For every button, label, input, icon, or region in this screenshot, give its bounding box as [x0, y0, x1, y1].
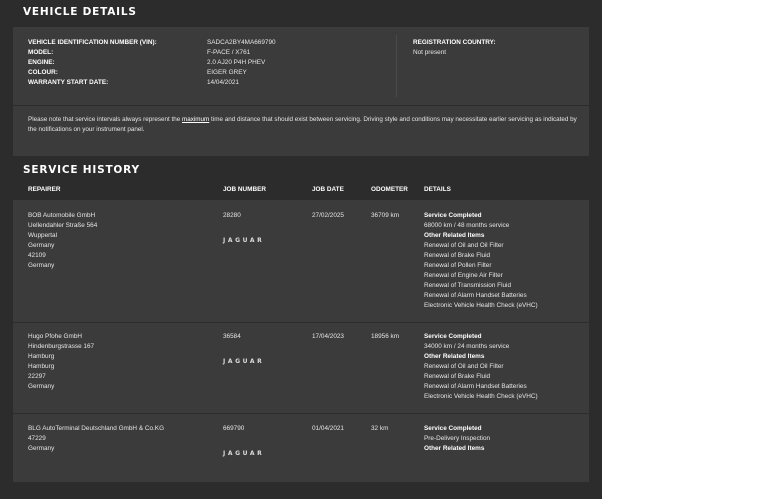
repairer-country: Germany [28, 262, 55, 269]
repairer-city: Wuppertal [28, 232, 58, 239]
service-completed-heading: Service Completed [424, 425, 482, 432]
related-item: Renewal of Brake Fluid [424, 373, 491, 380]
warranty-value: 14/04/2021 [207, 79, 239, 86]
service-type: Pre-Delivery Inspection [424, 435, 491, 442]
job-number: 36584 [223, 333, 241, 340]
colour-value: EIGER GREY [207, 69, 247, 76]
repairer-postcode: 47229 [28, 435, 46, 442]
repairer-country: Germany [28, 445, 55, 452]
job-number: 669790 [223, 425, 245, 432]
service-details: Service Completed Pre-Delivery Inspectio… [424, 424, 490, 454]
repairer-address: BLG AutoTerminal Deutschland GmbH & Co.K… [28, 424, 164, 454]
vehicle-details-title: VEHICLE DETAILS [23, 6, 137, 18]
vin-value: SADCA2BY4MA669790 [207, 39, 276, 46]
repairer-postcode: 22297 [28, 373, 46, 380]
repairer-address: Hugo Pfohe GmbH Hindenburgstrasse 167 Ha… [28, 332, 94, 392]
service-type: 34000 km / 24 months service [424, 343, 510, 350]
details-header: DETAILS [424, 186, 451, 193]
repairer-name: Hugo Pfohe GmbH [28, 333, 82, 340]
service-completed-heading: Service Completed [424, 212, 482, 219]
other-items-heading: Other Related Items [424, 232, 485, 239]
job-date: 17/04/2023 [312, 333, 344, 340]
note-text-start: Please note that service intervals alway… [28, 116, 183, 123]
job-number-header: JOB NUMBER [223, 186, 266, 193]
service-row: BLG AutoTerminal Deutschland GmbH & Co.K… [13, 414, 589, 482]
related-item: Renewal of Alarm Handset Batteries [424, 383, 527, 390]
jaguar-logo: JAGUAR [223, 237, 265, 244]
odometer: 32 km [371, 425, 389, 432]
repairer-header: REPAIRER [28, 186, 61, 193]
service-note-panel: Please note that service intervals alway… [13, 106, 589, 156]
repairer-name: BOB Automobile GmbH [28, 212, 96, 219]
service-type: 68000 km / 48 months service [424, 222, 510, 229]
job-number: 28280 [223, 212, 241, 219]
registration-value: Not present [413, 49, 447, 56]
job-date: 01/04/2021 [312, 425, 344, 432]
repairer-region: Hamburg [28, 363, 55, 370]
related-item: Renewal of Transmission Fluid [424, 282, 512, 289]
related-item: Electronic Vehicle Health Check (eVHC) [424, 302, 538, 309]
other-items-heading: Other Related Items [424, 445, 485, 452]
repairer-country: Germany [28, 242, 55, 249]
registration-label: REGISTRATION COUNTRY: [413, 39, 496, 46]
related-item: Electronic Vehicle Health Check (eVHC) [424, 393, 538, 400]
model-value: F-PACE / X761 [207, 49, 251, 56]
vehicle-details-panel: VEHICLE IDENTIFICATION NUMBER (VIN): SAD… [13, 27, 589, 105]
repairer-name: BLG AutoTerminal Deutschland GmbH & Co.K… [28, 425, 165, 432]
service-completed-heading: Service Completed [424, 333, 482, 340]
service-details: Service Completed 68000 km / 48 months s… [424, 211, 538, 311]
repairer-city: Hamburg [28, 353, 55, 360]
engine-label: ENGINE: [28, 59, 55, 66]
engine-value: 2.0 AJ20 P4H PHEV [207, 59, 266, 66]
service-interval-note: Please note that service intervals alway… [28, 115, 578, 135]
odometer-header: ODOMETER [371, 186, 408, 193]
jaguar-logo: JAGUAR [223, 358, 265, 365]
related-item: Renewal of Alarm Handset Batteries [424, 292, 527, 299]
repairer-address: BOB Automobile GmbH Uellendahler Straße … [28, 211, 97, 271]
related-item: Renewal of Engine Air Filter [424, 272, 503, 279]
related-item: Renewal of Pollen Filter [424, 262, 492, 269]
service-row: Hugo Pfohe GmbH Hindenburgstrasse 167 Ha… [13, 323, 589, 413]
odometer: 18956 km [371, 333, 400, 340]
job-date-header: JOB DATE [312, 186, 344, 193]
colour-label: COLOUR: [28, 69, 58, 76]
service-record-page: VEHICLE DETAILS VEHICLE IDENTIFICATION N… [0, 0, 602, 499]
jaguar-logo: JAGUAR [223, 450, 265, 457]
other-items-heading: Other Related Items [424, 353, 485, 360]
related-item: Renewal of Oil and Oil Filter [424, 363, 504, 370]
service-details: Service Completed 34000 km / 24 months s… [424, 332, 538, 402]
column-divider [396, 35, 397, 97]
service-row: BOB Automobile GmbH Uellendahler Straße … [13, 200, 589, 322]
warranty-label: WARRANTY START DATE: [28, 79, 109, 86]
model-label: MODEL: [28, 49, 54, 56]
repairer-street: Hindenburgstrasse 167 [28, 343, 95, 350]
job-date: 27/02/2025 [312, 212, 344, 219]
repairer-street: Uellendahler Straße 564 [28, 222, 98, 229]
odometer: 36709 km [371, 212, 400, 219]
service-history-title: SERVICE HISTORY [23, 164, 140, 176]
maximum-link[interactable]: maximum [182, 116, 209, 123]
repairer-country: Germany [28, 383, 55, 390]
related-item: Renewal of Oil and Oil Filter [424, 242, 504, 249]
related-item: Renewal of Brake Fluid [424, 252, 491, 259]
vin-label: VEHICLE IDENTIFICATION NUMBER (VIN): [28, 39, 157, 46]
repairer-postcode: 42109 [28, 252, 46, 259]
